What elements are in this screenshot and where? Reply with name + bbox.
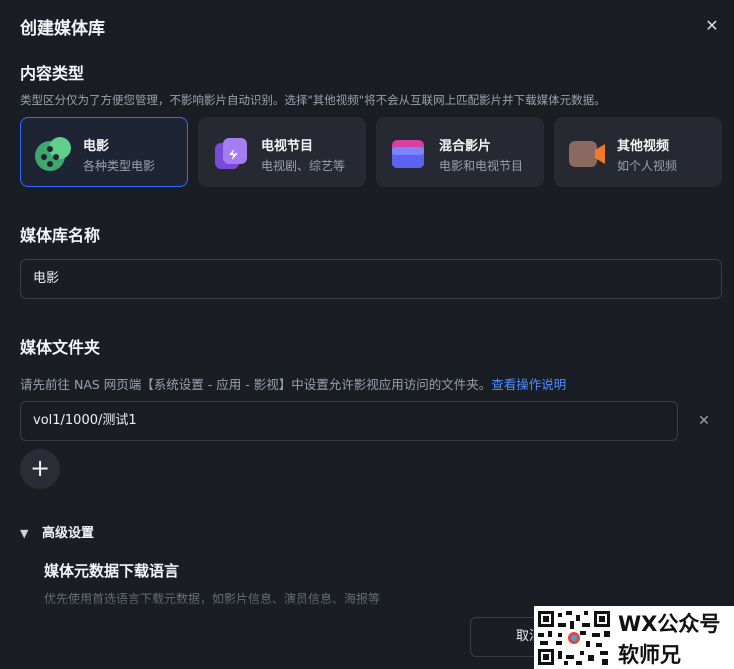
type-desc: 电视剧、综艺等 [261, 159, 346, 173]
watermark-line1: WX公众号 [618, 612, 721, 636]
folder-icon [392, 140, 424, 168]
type-card-other[interactable]: 其他视频 如个人视频 [554, 117, 722, 187]
watermark: WX公众号 软师兄 [534, 606, 734, 669]
library-name-heading: 媒体库名称 [20, 226, 101, 245]
type-card-movie[interactable]: 电影 各种类型电影 [20, 117, 188, 187]
content-type-list: 电影 各种类型电影 电视节目 电视剧、综艺等 混合影片 电影和电视节目 其他视频… [20, 117, 722, 187]
media-folder-hint: 请先前往 NAS 网页端【系统设置 - 应用 - 影视】中设置允许影视应用访问的… [20, 374, 566, 393]
close-icon[interactable]: ✕ [696, 413, 712, 429]
content-type-heading: 内容类型 [20, 64, 85, 83]
dialog-title: 创建媒体库 [20, 19, 105, 39]
add-folder-button[interactable]: + [20, 449, 60, 489]
type-name: 混合影片 [439, 139, 492, 154]
type-name: 电影 [83, 139, 110, 154]
close-icon[interactable]: ✕ [703, 17, 721, 35]
folder-path-input[interactable]: vol1/1000/测试1 [20, 401, 678, 441]
plus-icon: + [29, 454, 51, 482]
library-name-input[interactable]: 电影 [20, 259, 722, 299]
type-card-tv[interactable]: 电视节目 电视剧、综艺等 [198, 117, 366, 187]
advanced-settings-label: 高级设置 [42, 526, 95, 541]
type-name: 电视节目 [261, 139, 314, 154]
qr-code-icon [536, 609, 612, 667]
video-camera-icon [569, 141, 605, 167]
metadata-language-heading: 媒体元数据下载语言 [44, 562, 180, 580]
help-link[interactable]: 查看操作说明 [491, 377, 566, 392]
type-name: 其他视频 [617, 139, 670, 154]
advanced-settings-toggle[interactable]: ▼ 高级设置 [20, 522, 94, 541]
chevron-down-icon: ▼ [20, 527, 29, 540]
type-desc: 如个人视频 [617, 159, 678, 173]
content-type-hint: 类型区分仅为了方便您管理，不影响影片自动识别。选择"其他视频"将不会从互联网上匹… [20, 93, 606, 107]
create-library-dialog: 创建媒体库 ✕ 内容类型 类型区分仅为了方便您管理，不影响影片自动识别。选择"其… [0, 0, 734, 669]
type-desc: 电影和电视节目 [439, 159, 524, 173]
type-desc: 各种类型电影 [83, 159, 156, 173]
type-card-mixed[interactable]: 混合影片 电影和电视节目 [376, 117, 544, 187]
film-reel-icon [35, 137, 71, 171]
media-folder-heading: 媒体文件夹 [20, 338, 101, 357]
watermark-line2: 软师兄 [618, 643, 681, 667]
tv-icon [215, 138, 247, 169]
media-folder-hint-text: 请先前往 NAS 网页端【系统设置 - 应用 - 影视】中设置允许影视应用访问的… [20, 377, 492, 392]
